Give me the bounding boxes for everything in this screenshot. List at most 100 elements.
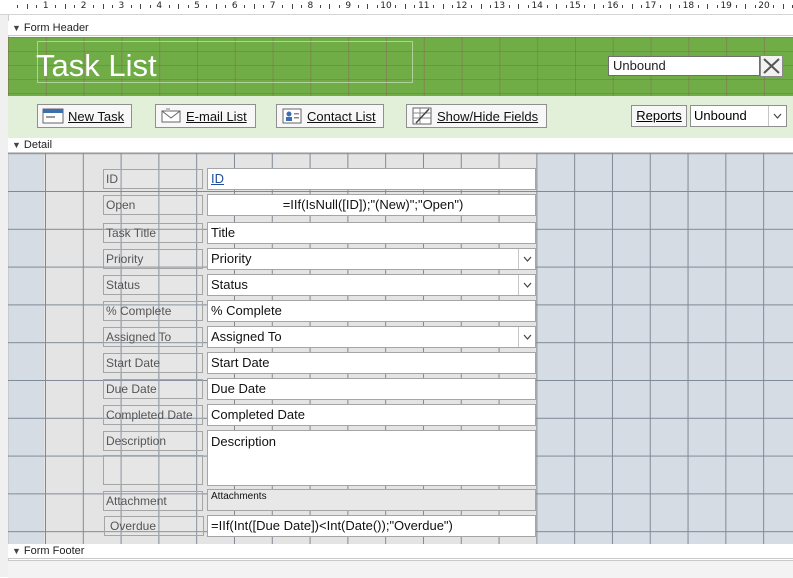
ruler-number: 15	[569, 1, 581, 11]
search-input[interactable]: Unbound	[608, 56, 760, 76]
section-collapse-icon: ▼	[12, 140, 21, 150]
field-label: Completed Date	[103, 405, 203, 425]
show-hide-fields-button[interactable]: Show/Hide Fields	[406, 104, 547, 128]
horizontal-ruler: 1 2 3 4 5 6 7 8 9 10 11 12 13 14 15 16 17 18 19 20	[0, 0, 793, 15]
ruler-number: 6	[231, 1, 238, 11]
reports-combo-value: Unbound	[694, 108, 747, 123]
ruler-tick	[508, 5, 510, 8]
ruler-tick	[660, 5, 662, 8]
field-value-text: Title	[211, 225, 236, 240]
form-header-bar[interactable]: ▼ Form Header	[8, 21, 793, 36]
form-footer-bar[interactable]: ▼ Form Footer	[8, 544, 793, 559]
ruler-tick	[206, 5, 208, 8]
ruler-tick	[754, 5, 756, 8]
show-hide-fields-label: Show/Hide Fields	[437, 108, 539, 124]
ruler-tick	[26, 4, 28, 9]
ruler-tick	[556, 4, 558, 9]
field-label: Start Date	[103, 353, 203, 373]
ruler-number: 7	[269, 1, 276, 11]
ruler-tick	[631, 4, 633, 9]
ruler-tick	[641, 5, 643, 8]
field-value-text: Attachments	[211, 491, 267, 502]
ruler-tick	[678, 5, 680, 8]
field-value-text: ID	[211, 171, 224, 186]
ruler-number: 2	[80, 1, 87, 11]
ruler-tick	[111, 5, 113, 8]
field-value[interactable]: Due Date	[207, 378, 536, 400]
chevron-down-icon[interactable]	[518, 275, 535, 295]
field-value[interactable]: =IIf(Int([Due Date])<Int(Date());"Overdu…	[207, 515, 536, 537]
ruler-tick	[707, 4, 709, 9]
show-hide-fields-icon	[407, 105, 437, 127]
ruler-tick	[367, 4, 369, 9]
form-header-label: Form Header	[23, 22, 89, 34]
field-value[interactable]: Attachments	[207, 489, 536, 511]
field-value[interactable]: Description	[207, 430, 536, 486]
field-value-text: Assigned To	[211, 329, 282, 344]
field-value[interactable]: Start Date	[207, 352, 536, 374]
ruler-tick	[300, 5, 302, 8]
ruler-tick	[745, 4, 747, 9]
ruler-tick	[716, 5, 718, 8]
ruler-tick	[376, 5, 378, 8]
ruler-tick	[593, 4, 595, 9]
field-value[interactable]: Assigned To	[207, 326, 536, 348]
ruler-number: 19	[720, 1, 732, 11]
ruler-tick	[319, 5, 321, 8]
field-value[interactable]: =IIf(IsNull([ID]);"(New)";"Open")	[207, 194, 536, 216]
field-value[interactable]: Status	[207, 274, 536, 296]
field-value[interactable]: Title	[207, 222, 536, 244]
ruler-tick	[282, 5, 284, 8]
detail-bar[interactable]: ▼ Detail	[8, 138, 793, 153]
chevron-down-icon[interactable]	[518, 327, 535, 347]
email-list-button[interactable]: E-mail List	[155, 104, 256, 128]
field-value[interactable]: Priority	[207, 248, 536, 270]
ruler-tick	[140, 4, 142, 9]
ruler-tick	[565, 5, 567, 8]
ruler-tick	[395, 5, 397, 8]
ruler-tick	[291, 4, 293, 9]
ruler-tick	[773, 5, 775, 8]
ruler-tick	[782, 4, 784, 9]
new-task-button[interactable]: New Task	[37, 104, 132, 128]
field-value-text: =IIf(Int([Due Date])<Int(Date());"Overdu…	[211, 518, 453, 533]
form-footer-area	[8, 560, 793, 578]
field-label: Open	[103, 195, 203, 215]
contact-list-button[interactable]: Contact List	[276, 104, 384, 128]
field-value[interactable]: % Complete	[207, 300, 536, 322]
ruler-tick	[442, 4, 444, 9]
ruler-number: 14	[531, 1, 543, 11]
field-value-text: Due Date	[211, 381, 266, 396]
ruler-tick	[527, 5, 529, 8]
field-value-text: Start Date	[211, 355, 270, 370]
ruler-number: 4	[156, 1, 163, 11]
field-label: Overdue	[104, 516, 204, 536]
field-label: Description	[103, 431, 203, 451]
reports-combo[interactable]: Unbound	[690, 105, 787, 127]
ruler-tick	[518, 4, 520, 9]
chevron-down-icon[interactable]	[768, 106, 786, 126]
contact-list-label: Contact List	[307, 108, 376, 124]
clear-search-button[interactable]	[760, 55, 783, 77]
field-label: Priority	[103, 249, 203, 269]
ruler-number: 9	[345, 1, 352, 11]
ruler-tick	[178, 4, 180, 9]
ruler-tick	[489, 5, 491, 8]
field-value[interactable]: Completed Date	[207, 404, 536, 426]
ruler-tick	[17, 5, 19, 8]
field-value[interactable]: ID	[207, 168, 536, 190]
field-label: Attachment	[103, 491, 203, 511]
ruler-tick	[130, 5, 132, 8]
chevron-down-icon[interactable]	[518, 249, 535, 269]
field-value-text: Completed Date	[211, 407, 305, 422]
ruler-tick	[546, 5, 548, 8]
ruler-number: 17	[644, 1, 657, 11]
ruler-number: 11	[418, 1, 430, 11]
ruler-number: 3	[118, 1, 125, 11]
contact-list-icon	[277, 105, 307, 127]
ruler-tick	[93, 5, 95, 8]
reports-button[interactable]: Reports	[631, 105, 687, 127]
reports-label: Reports	[636, 108, 682, 123]
ruler-tick	[697, 5, 699, 8]
field-label: Assigned To	[103, 327, 203, 347]
